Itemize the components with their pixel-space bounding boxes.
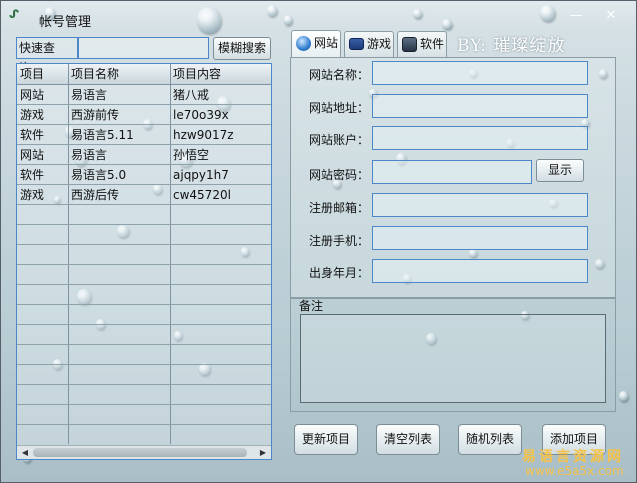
random-list-button[interactable]: 随机列表 [458, 424, 522, 455]
horizontal-scrollbar[interactable]: ◀ ▶ [17, 445, 271, 459]
cell-content: 孙悟空 [173, 148, 210, 162]
cell-type: 游戏 [20, 188, 45, 202]
table-row[interactable]: 网站 易语言 孙悟空 [17, 145, 271, 165]
birth-label: 出身年月： [309, 266, 370, 280]
table-row[interactable]: 软件 易语言5.11 hzw9017z [17, 125, 271, 145]
cell-type: 软件 [20, 128, 45, 142]
birth-field[interactable] [372, 259, 588, 283]
software-icon [402, 37, 417, 52]
search-input[interactable] [78, 37, 209, 59]
site-url-field[interactable] [372, 94, 588, 118]
close-button[interactable]: ✕ [602, 7, 620, 23]
cell-type: 软件 [20, 168, 45, 182]
row-divider [17, 184, 271, 185]
row-divider [17, 224, 271, 225]
scroll-right-icon[interactable]: ▶ [256, 446, 270, 459]
author-credit: BY: 璀璨绽放 [457, 36, 566, 56]
row-divider [17, 304, 271, 305]
search-label: 快速查询： [16, 37, 78, 75]
row-divider [17, 264, 271, 265]
email-field[interactable] [372, 193, 588, 217]
row-divider [17, 404, 271, 405]
minimize-button[interactable]: — [567, 7, 585, 23]
password-field[interactable] [372, 160, 532, 184]
row-divider [17, 364, 271, 365]
column-divider [271, 64, 272, 444]
tab-website[interactable]: 网站 [291, 30, 341, 58]
close-icon: ✕ [605, 7, 617, 23]
cell-content: hzw9017z [173, 128, 234, 142]
title-bar: ᔑ 帐号管理 — ✕ [1, 1, 636, 31]
table-row[interactable]: 游戏 西游后传 cw45720l [17, 185, 271, 205]
row-divider [17, 164, 271, 165]
site-watermark: 易语言资源网 [522, 449, 624, 465]
password-label: 网站密码： [309, 168, 370, 182]
cell-content: ajqpy1h7 [173, 168, 229, 182]
tab-game[interactable]: 游戏 [344, 31, 394, 58]
row-divider [17, 104, 271, 105]
tab-software[interactable]: 软件 [397, 31, 447, 58]
show-password-button[interactable]: 显示 [536, 159, 584, 182]
item-table[interactable]: 项目 项目名称 项目内容 网站 易语言 猪八戒 游戏 西游前传 le70o39x… [16, 63, 272, 460]
table-header: 项目 项目名称 项目内容 [17, 64, 271, 85]
site-name-label: 网站名称： [309, 68, 370, 82]
scroll-left-icon[interactable]: ◀ [18, 446, 32, 459]
fuzzy-search-button[interactable]: 模糊搜索 [213, 37, 271, 60]
clear-list-button[interactable]: 清空列表 [376, 424, 440, 455]
phone-label: 注册手机： [309, 234, 370, 248]
cell-content: 猪八戒 [173, 88, 210, 102]
cell-name: 西游前传 [71, 108, 120, 122]
row-divider [17, 324, 271, 325]
column-header[interactable]: 项目内容 [170, 64, 271, 84]
cell-type: 游戏 [20, 108, 45, 122]
row-divider [17, 284, 271, 285]
site-name-field[interactable] [372, 61, 588, 85]
game-icon [349, 38, 364, 50]
column-header[interactable]: 项目名称 [68, 64, 170, 84]
window-title: 帐号管理 [39, 15, 92, 30]
row-divider [17, 204, 271, 205]
site-watermark-url: www.e5a5x.com [525, 464, 624, 478]
account-label: 网站账户： [309, 133, 370, 147]
row-divider [17, 384, 271, 385]
cell-content: cw45720l [173, 188, 231, 202]
table-row[interactable]: 网站 易语言 猪八戒 [17, 85, 271, 105]
row-divider [17, 144, 271, 145]
table-row[interactable]: 游戏 西游前传 le70o39x [17, 105, 271, 125]
column-header[interactable]: 项目 [17, 64, 68, 84]
cell-type: 网站 [20, 148, 45, 162]
globe-icon [296, 36, 311, 51]
cell-name: 易语言 [71, 88, 108, 102]
cell-type: 网站 [20, 88, 45, 102]
site-url-label: 网站地址： [309, 101, 370, 115]
update-item-button[interactable]: 更新项目 [294, 424, 358, 455]
tab-label: 游戏 [367, 37, 392, 51]
cell-name: 易语言 [71, 148, 108, 162]
tab-label: 软件 [420, 37, 445, 51]
cell-content: le70o39x [173, 108, 229, 122]
tab-label: 网站 [314, 36, 339, 50]
memo-label: 备注 [299, 299, 324, 313]
minimize-icon: — [569, 7, 583, 23]
email-label: 注册邮箱： [309, 201, 370, 215]
row-divider [17, 244, 271, 245]
table-row[interactable]: 软件 易语言5.0 ajqpy1h7 [17, 165, 271, 185]
memo-textarea[interactable] [300, 314, 606, 403]
phone-field[interactable] [372, 226, 588, 250]
cell-name: 易语言5.11 [71, 128, 134, 142]
cell-name: 西游后传 [71, 188, 120, 202]
row-divider [17, 344, 271, 345]
account-manager-window: ᔑ 帐号管理 — ✕ 快速查询： 模糊搜索 项目 项目名称 项目内容 网站 易语… [0, 0, 637, 483]
water-drop [619, 391, 628, 401]
row-divider [17, 124, 271, 125]
cell-name: 易语言5.0 [71, 168, 127, 182]
account-field[interactable] [372, 126, 588, 150]
row-divider [17, 424, 271, 425]
app-icon: ᔑ [9, 8, 20, 21]
scroll-thumb[interactable] [33, 448, 247, 457]
